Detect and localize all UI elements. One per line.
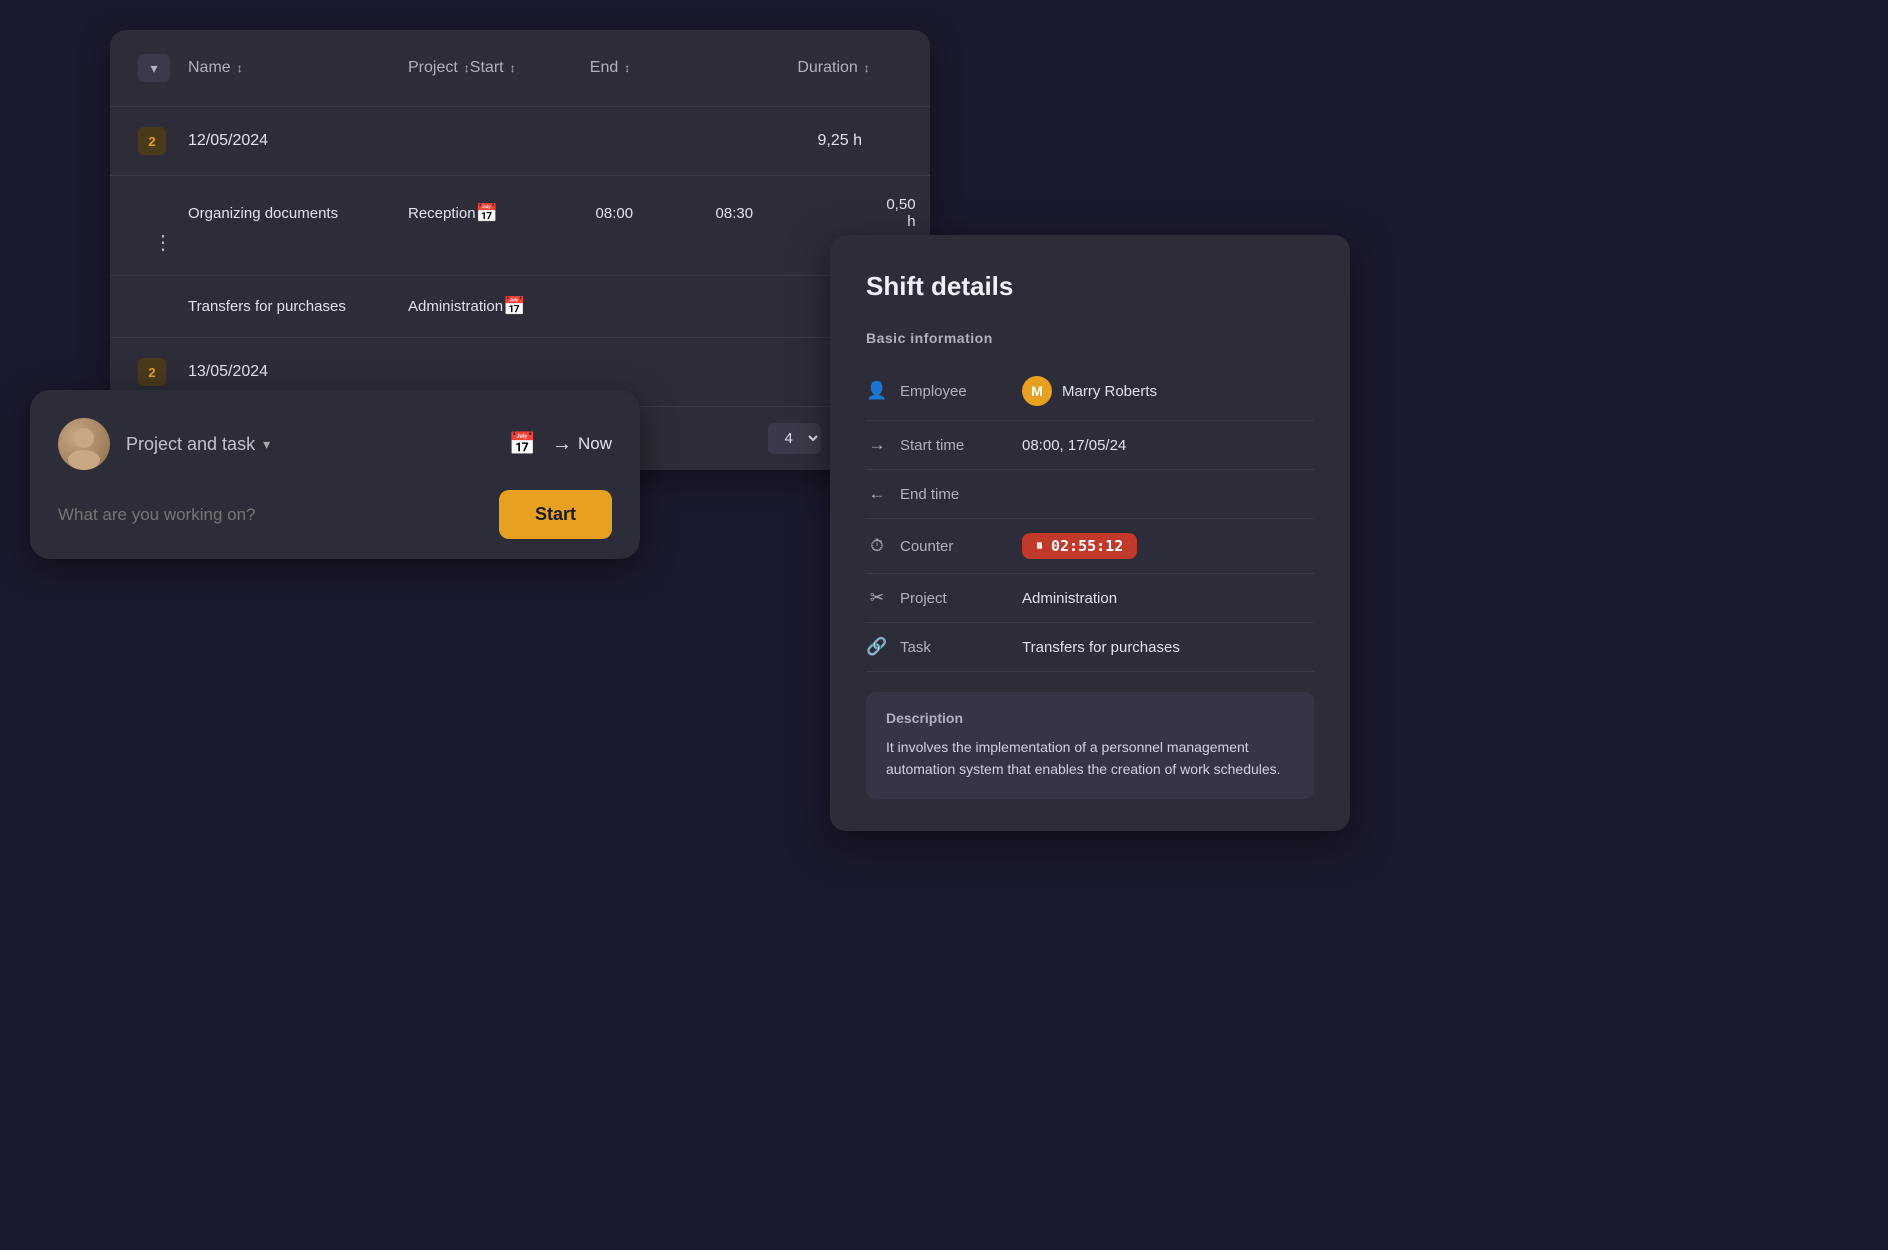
task-icon: 🔗 <box>866 637 888 657</box>
start-time-value: 08:00, 17/05/24 <box>1022 437 1126 454</box>
name-sort-icon[interactable]: ↕ <box>237 61 243 75</box>
date-row-1: 2 12/05/2024 9,25 h <box>110 107 930 176</box>
description-section: Description It involves the implementati… <box>866 692 1314 799</box>
task-value: Transfers for purchases <box>1022 639 1180 656</box>
start-time-row: → Start time 08:00, 17/05/24 <box>866 421 1314 470</box>
counter-row: ⏱ Counter ⏸ 02:55:12 <box>866 519 1314 574</box>
task-project-1: Reception <box>408 205 476 222</box>
task-name-2: Transfers for purchases <box>188 298 408 315</box>
project-row: ✂ Project Administration <box>866 574 1314 623</box>
end-sort-icon[interactable]: ↕ <box>624 61 630 75</box>
project-icon: ✂ <box>866 588 888 608</box>
employee-key: Employee <box>900 383 1010 400</box>
employee-row: 👤 Employee M Marry Roberts <box>866 362 1314 421</box>
col-name: Name ↕ <box>188 59 408 77</box>
start-time-1: 08:00 <box>596 205 716 222</box>
counter-badge[interactable]: ⏸ 02:55:12 <box>1022 533 1137 559</box>
col-duration: Duration ↕ <box>710 59 870 77</box>
now-button[interactable]: → Now <box>552 433 612 456</box>
employee-value: M Marry Roberts <box>1022 376 1157 406</box>
calendar-icon-2[interactable]: 📅 <box>503 296 623 317</box>
total-duration-1: 9,25 h <box>702 132 862 150</box>
basic-info-label: Basic information <box>866 330 1314 346</box>
end-time-icon: ← <box>866 484 888 504</box>
selector-chevron-icon: ▾ <box>263 436 270 453</box>
duration-1: 0,50 h <box>876 196 916 230</box>
timer-input-row: Start <box>58 490 612 539</box>
task-key: Task <box>900 639 1010 656</box>
start-time-icon: → <box>866 435 888 455</box>
employee-avatar-badge: M <box>1022 376 1052 406</box>
employee-icon: 👤 <box>866 381 888 401</box>
shift-details-card: Shift details Basic information 👤 Employ… <box>830 235 1350 831</box>
end-time-row: ← End time <box>866 470 1314 519</box>
pause-icon: ⏸ <box>1036 538 1043 554</box>
task-name-1: Organizing documents <box>188 205 408 222</box>
col-end: End ↕ <box>590 59 710 77</box>
col-project: Project ↕ <box>408 59 470 77</box>
timer-controls: 📅 → Now <box>509 431 612 457</box>
task-row-2: Transfers for purchases Administration 📅 <box>110 276 930 338</box>
project-key: Project <box>900 590 1010 607</box>
calendar-icon: 📅 <box>509 431 536 456</box>
end-time-key: End time <box>900 486 1010 503</box>
description-label: Description <box>886 710 1294 726</box>
start-time-key: Start time <box>900 437 1010 454</box>
start-sort-icon[interactable]: ↕ <box>510 61 516 75</box>
start-timer-button[interactable]: Start <box>499 490 612 539</box>
work-description-input[interactable] <box>58 501 487 529</box>
calendar-button[interactable]: 📅 <box>509 431 536 457</box>
counter-icon: ⏱ <box>866 536 888 556</box>
task-row-1: Organizing documents Reception 📅 08:00 0… <box>110 176 930 276</box>
counter-value: ⏸ 02:55:12 <box>1022 533 1137 559</box>
project-task-selector[interactable]: Project and task ▾ <box>126 434 493 455</box>
duration-sort-icon[interactable]: ↕ <box>864 61 870 75</box>
date-1: 12/05/2024 <box>188 132 702 150</box>
expand-collapse-button[interactable]: ▾ <box>138 54 170 82</box>
date-badge-1: 2 <box>138 127 166 155</box>
task-project-2: Administration <box>408 298 503 315</box>
description-text: It involves the implementation of a pers… <box>886 736 1294 781</box>
more-button-1[interactable]: ⋮ <box>138 230 188 255</box>
col-start: Start ↕ <box>470 59 590 77</box>
task-info-row: 🔗 Task Transfers for purchases <box>866 623 1314 672</box>
end-time-1: 08:30 <box>716 205 876 222</box>
project-value: Administration <box>1022 590 1117 607</box>
arrow-right-icon: → <box>552 433 572 456</box>
calendar-icon-1[interactable]: 📅 <box>476 203 596 224</box>
user-avatar <box>58 418 110 470</box>
shift-details-title: Shift details <box>866 271 1314 302</box>
date-2: 13/05/2024 <box>188 363 702 381</box>
counter-key: Counter <box>900 538 1010 555</box>
per-page-select[interactable]: 4 <box>768 423 821 454</box>
project-selector-label: Project and task <box>126 434 255 455</box>
date-badge-2: 2 <box>138 358 166 386</box>
timer-card: Project and task ▾ 📅 → Now Start <box>30 390 640 559</box>
table-header: ▾ Name ↕ Project ↕ Start ↕ End ↕ Duratio… <box>110 30 930 107</box>
timer-top: Project and task ▾ 📅 → Now <box>58 418 612 470</box>
